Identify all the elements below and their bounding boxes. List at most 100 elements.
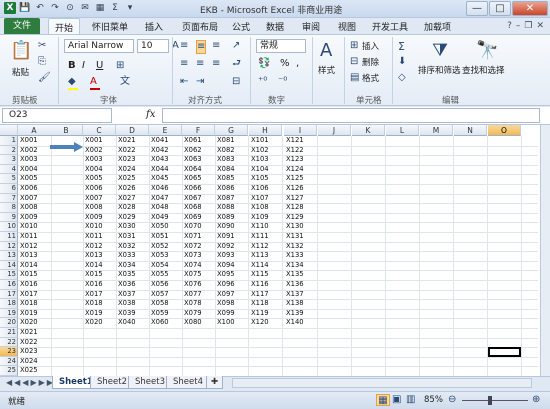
cell-g10[interactable]: X090 xyxy=(217,222,248,232)
cell-i11[interactable]: X131 xyxy=(286,232,317,242)
cell-h13[interactable]: X113 xyxy=(251,251,282,261)
increase-indent-icon[interactable]: ⇥ xyxy=(196,76,204,88)
cell-i5[interactable]: X125 xyxy=(286,174,317,184)
cell-i18[interactable]: X138 xyxy=(286,299,317,309)
cell-i8[interactable]: X128 xyxy=(286,203,317,213)
zoom-level[interactable]: 85% xyxy=(424,395,443,405)
cell-e20[interactable]: X060 xyxy=(151,318,182,328)
row-header-19[interactable]: 19 xyxy=(0,308,18,319)
cell-h1[interactable]: X101 xyxy=(251,136,282,146)
cell-e17[interactable]: X057 xyxy=(151,290,182,300)
delete-cells-icon[interactable]: ⊟ xyxy=(350,56,358,68)
cell-i9[interactable]: X129 xyxy=(286,213,317,223)
minimize-button[interactable]: — xyxy=(466,1,488,16)
percent-button[interactable]: % xyxy=(280,58,290,69)
cell-c14[interactable]: X014 xyxy=(85,261,116,271)
cell-a16[interactable]: X016 xyxy=(20,280,51,290)
cut-icon[interactable]: ✂ xyxy=(38,40,46,52)
cell-a9[interactable]: X009 xyxy=(20,213,51,223)
cell-h15[interactable]: X115 xyxy=(251,270,282,280)
cell-d7[interactable]: X027 xyxy=(118,194,149,204)
cell-f14[interactable]: X074 xyxy=(184,261,215,271)
qat-extra-icon-2[interactable]: ✉ xyxy=(79,2,91,14)
cell-e1[interactable]: X041 xyxy=(151,136,182,146)
row-header-15[interactable]: 15 xyxy=(0,270,18,280)
cell-g15[interactable]: X095 xyxy=(217,270,248,280)
column-header-c[interactable]: C xyxy=(83,125,116,136)
cell-g1[interactable]: X081 xyxy=(217,136,248,146)
minimize-window-icon[interactable]: – xyxy=(516,21,521,31)
cell-a25[interactable]: X025 xyxy=(20,366,51,376)
row-header-16[interactable]: 16 xyxy=(0,280,18,290)
italic-button[interactable]: I xyxy=(82,60,85,71)
comma-button[interactable]: , xyxy=(296,58,299,69)
cell-h2[interactable]: X102 xyxy=(251,146,282,156)
cell-c12[interactable]: X012 xyxy=(85,242,116,252)
cell-f11[interactable]: X071 xyxy=(184,232,215,242)
format-painter-icon[interactable]: 🖌 xyxy=(38,72,51,84)
cell-f10[interactable]: X070 xyxy=(184,222,215,232)
select-all-corner[interactable] xyxy=(0,125,18,136)
row-header-22[interactable]: 22 xyxy=(0,337,18,348)
cell-d1[interactable]: X021 xyxy=(118,136,149,146)
row-header-4[interactable]: 4 xyxy=(0,164,18,175)
column-header-i[interactable]: I xyxy=(284,125,317,136)
cell-d11[interactable]: X031 xyxy=(118,232,149,242)
formula-input[interactable] xyxy=(162,108,540,123)
cell-f8[interactable]: X068 xyxy=(184,203,215,213)
cell-d20[interactable]: X040 xyxy=(118,318,149,328)
spreadsheet-grid[interactable]: A B C D E F G H I J K L M N O 1 2 3 4 5 6 7 8 9 10 11 12 13 14 15 16 17… xyxy=(0,125,540,376)
excel-app-icon[interactable]: X xyxy=(4,2,16,14)
row-header-6[interactable]: 6 xyxy=(0,184,18,194)
cell-e15[interactable]: X055 xyxy=(151,270,182,280)
cell-d17[interactable]: X037 xyxy=(118,290,149,300)
cell-d3[interactable]: X023 xyxy=(118,155,149,165)
column-header-a[interactable]: A xyxy=(18,125,51,136)
name-box[interactable]: O23 xyxy=(2,108,112,123)
cell-c9[interactable]: X009 xyxy=(85,213,116,223)
cell-f20[interactable]: X080 xyxy=(184,318,215,328)
cell-d12[interactable]: X032 xyxy=(118,242,149,252)
cell-f19[interactable]: X079 xyxy=(184,309,215,319)
restore-window-icon[interactable]: ❐ xyxy=(524,21,532,31)
cell-c3[interactable]: X003 xyxy=(85,155,116,165)
help-icon[interactable]: ? xyxy=(507,21,512,31)
cell-g19[interactable]: X099 xyxy=(217,309,248,319)
styles-button-label[interactable]: 样式 xyxy=(318,64,335,76)
phonetic-icon[interactable]: 文 xyxy=(120,76,130,88)
tab-data[interactable]: 数据 xyxy=(266,20,284,33)
tab-view[interactable]: 视图 xyxy=(338,20,356,33)
row-header-24[interactable]: 24 xyxy=(0,356,18,367)
cell-c10[interactable]: X010 xyxy=(85,222,116,232)
cell-c18[interactable]: X018 xyxy=(85,299,116,309)
cell-a24[interactable]: X024 xyxy=(20,357,51,367)
bold-button[interactable]: B xyxy=(68,60,76,71)
cell-a7[interactable]: X007 xyxy=(20,194,51,204)
cell-a1[interactable]: X001 xyxy=(20,136,51,146)
row-header-3[interactable]: 3 xyxy=(0,155,18,165)
font-color-icon[interactable]: A xyxy=(90,76,97,88)
arrow-shape[interactable] xyxy=(50,141,84,152)
cell-h8[interactable]: X108 xyxy=(251,203,282,213)
tab-home[interactable]: 开始 xyxy=(48,18,81,35)
row-header-5[interactable]: 5 xyxy=(0,174,18,184)
align-top-icon[interactable]: ≡ xyxy=(180,40,188,52)
cell-i16[interactable]: X136 xyxy=(286,280,317,290)
column-header-g[interactable]: G xyxy=(215,125,248,136)
cell-d9[interactable]: X029 xyxy=(118,213,149,223)
cell-a2[interactable]: X002 xyxy=(20,146,51,156)
zoom-in-icon[interactable]: ⊕ xyxy=(532,394,540,406)
column-header-f[interactable]: F xyxy=(182,125,215,136)
cell-g16[interactable]: X096 xyxy=(217,280,248,290)
column-header-l[interactable]: L xyxy=(386,125,419,136)
cell-g17[interactable]: X097 xyxy=(217,290,248,300)
column-header-b[interactable]: B xyxy=(50,125,83,136)
cell-e5[interactable]: X045 xyxy=(151,174,182,184)
cell-f13[interactable]: X073 xyxy=(184,251,215,261)
cell-g20[interactable]: X100 xyxy=(217,318,248,328)
cell-a10[interactable]: X010 xyxy=(20,222,51,232)
cell-a3[interactable]: X003 xyxy=(20,155,51,165)
qat-extra-icon-4[interactable]: Σ xyxy=(109,2,121,14)
redo-icon[interactable]: ↷ xyxy=(49,2,61,14)
cell-f18[interactable]: X078 xyxy=(184,299,215,309)
